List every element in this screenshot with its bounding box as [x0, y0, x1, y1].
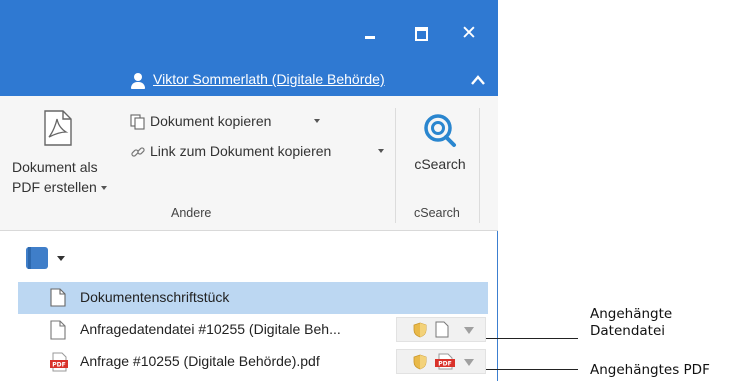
callout-pdf: Angehängtes PDF: [590, 362, 710, 378]
document-tree-panel: Dokumentenschriftstück Anfragedatendatei…: [0, 231, 497, 381]
shield-icon[interactable]: [413, 354, 427, 370]
dropdown-arrow-icon[interactable]: [464, 327, 474, 334]
attachment-controls: PDF: [396, 349, 486, 374]
csearch-button[interactable]: cSearch: [410, 112, 470, 192]
dropdown-caret-icon: [57, 256, 65, 261]
create-pdf-button[interactable]: Dokument als PDF erstellen: [6, 110, 118, 198]
dropdown-arrow-icon[interactable]: [464, 359, 474, 366]
group-label-csearch: cSearch: [414, 206, 460, 220]
copy-document-button[interactable]: Dokument kopieren: [130, 112, 330, 132]
group-separator: [395, 108, 396, 223]
close-button[interactable]: ✕: [454, 22, 484, 44]
tree-row-label: Anfrage #10255 (Digitale Behörde).pdf: [80, 353, 320, 369]
group-label-andere: Andere: [171, 206, 212, 220]
dropdown-caret-icon: [314, 119, 320, 123]
tree-row-label: Anfragedatendatei #10255 (Digitale Beh..…: [80, 321, 341, 337]
dropdown-caret-icon: [100, 186, 107, 191]
callout-line-data-file: [486, 338, 578, 339]
svg-text:PDF: PDF: [52, 362, 65, 369]
app-window: ✕ Viktor Sommerlath (Digitale Behörde) D…: [0, 0, 498, 381]
shield-icon[interactable]: [413, 322, 427, 338]
file-icon: [50, 320, 66, 340]
chevron-up-icon[interactable]: [470, 74, 486, 86]
user-icon: [131, 73, 145, 89]
copy-link-label: Link zum Dokument kopieren: [150, 143, 332, 159]
user-name-link[interactable]: Viktor Sommerlath (Digitale Behörde): [153, 71, 385, 87]
svg-text:PDF: PDF: [438, 361, 451, 368]
minimize-button[interactable]: [356, 22, 386, 44]
copy-link-button[interactable]: Link zum Dokument kopieren: [130, 142, 390, 162]
group-separator: [479, 108, 480, 223]
pdf-icon: PDF: [50, 352, 68, 372]
book-icon: [26, 247, 48, 269]
create-pdf-label: Dokument als PDF erstellen: [12, 157, 107, 197]
csearch-label: cSearch: [414, 156, 466, 172]
pdf-icon[interactable]: PDF: [435, 353, 455, 370]
tree-row-pdf[interactable]: PDF Anfrage #10255 (Digitale Behörde).pd…: [18, 346, 488, 378]
pdf-document-icon: [44, 110, 72, 146]
tree-row-data-file[interactable]: Anfragedatendatei #10255 (Digitale Beh..…: [18, 314, 488, 346]
copy-icon: [130, 114, 145, 130]
callout-line-pdf: [486, 369, 578, 370]
copy-document-label: Dokument kopieren: [150, 113, 272, 129]
link-icon: [131, 147, 145, 157]
title-bar: ✕: [0, 0, 498, 66]
search-icon: [424, 114, 456, 147]
book-dropdown-button[interactable]: [26, 247, 76, 271]
ribbon: Dokument als PDF erstellen Dokument kopi…: [0, 96, 498, 231]
document-icon: [50, 288, 66, 307]
attachment-controls: [396, 317, 486, 342]
tree-row-document[interactable]: Dokumentenschriftstück: [18, 282, 488, 314]
dropdown-caret-icon: [378, 149, 384, 153]
maximize-button[interactable]: [406, 22, 436, 44]
tree-row-label: Dokumentenschriftstück: [80, 289, 230, 305]
user-bar: Viktor Sommerlath (Digitale Behörde): [0, 66, 498, 96]
file-icon[interactable]: [435, 321, 449, 338]
callout-data-file: Angehängte Datendatei: [590, 306, 673, 339]
